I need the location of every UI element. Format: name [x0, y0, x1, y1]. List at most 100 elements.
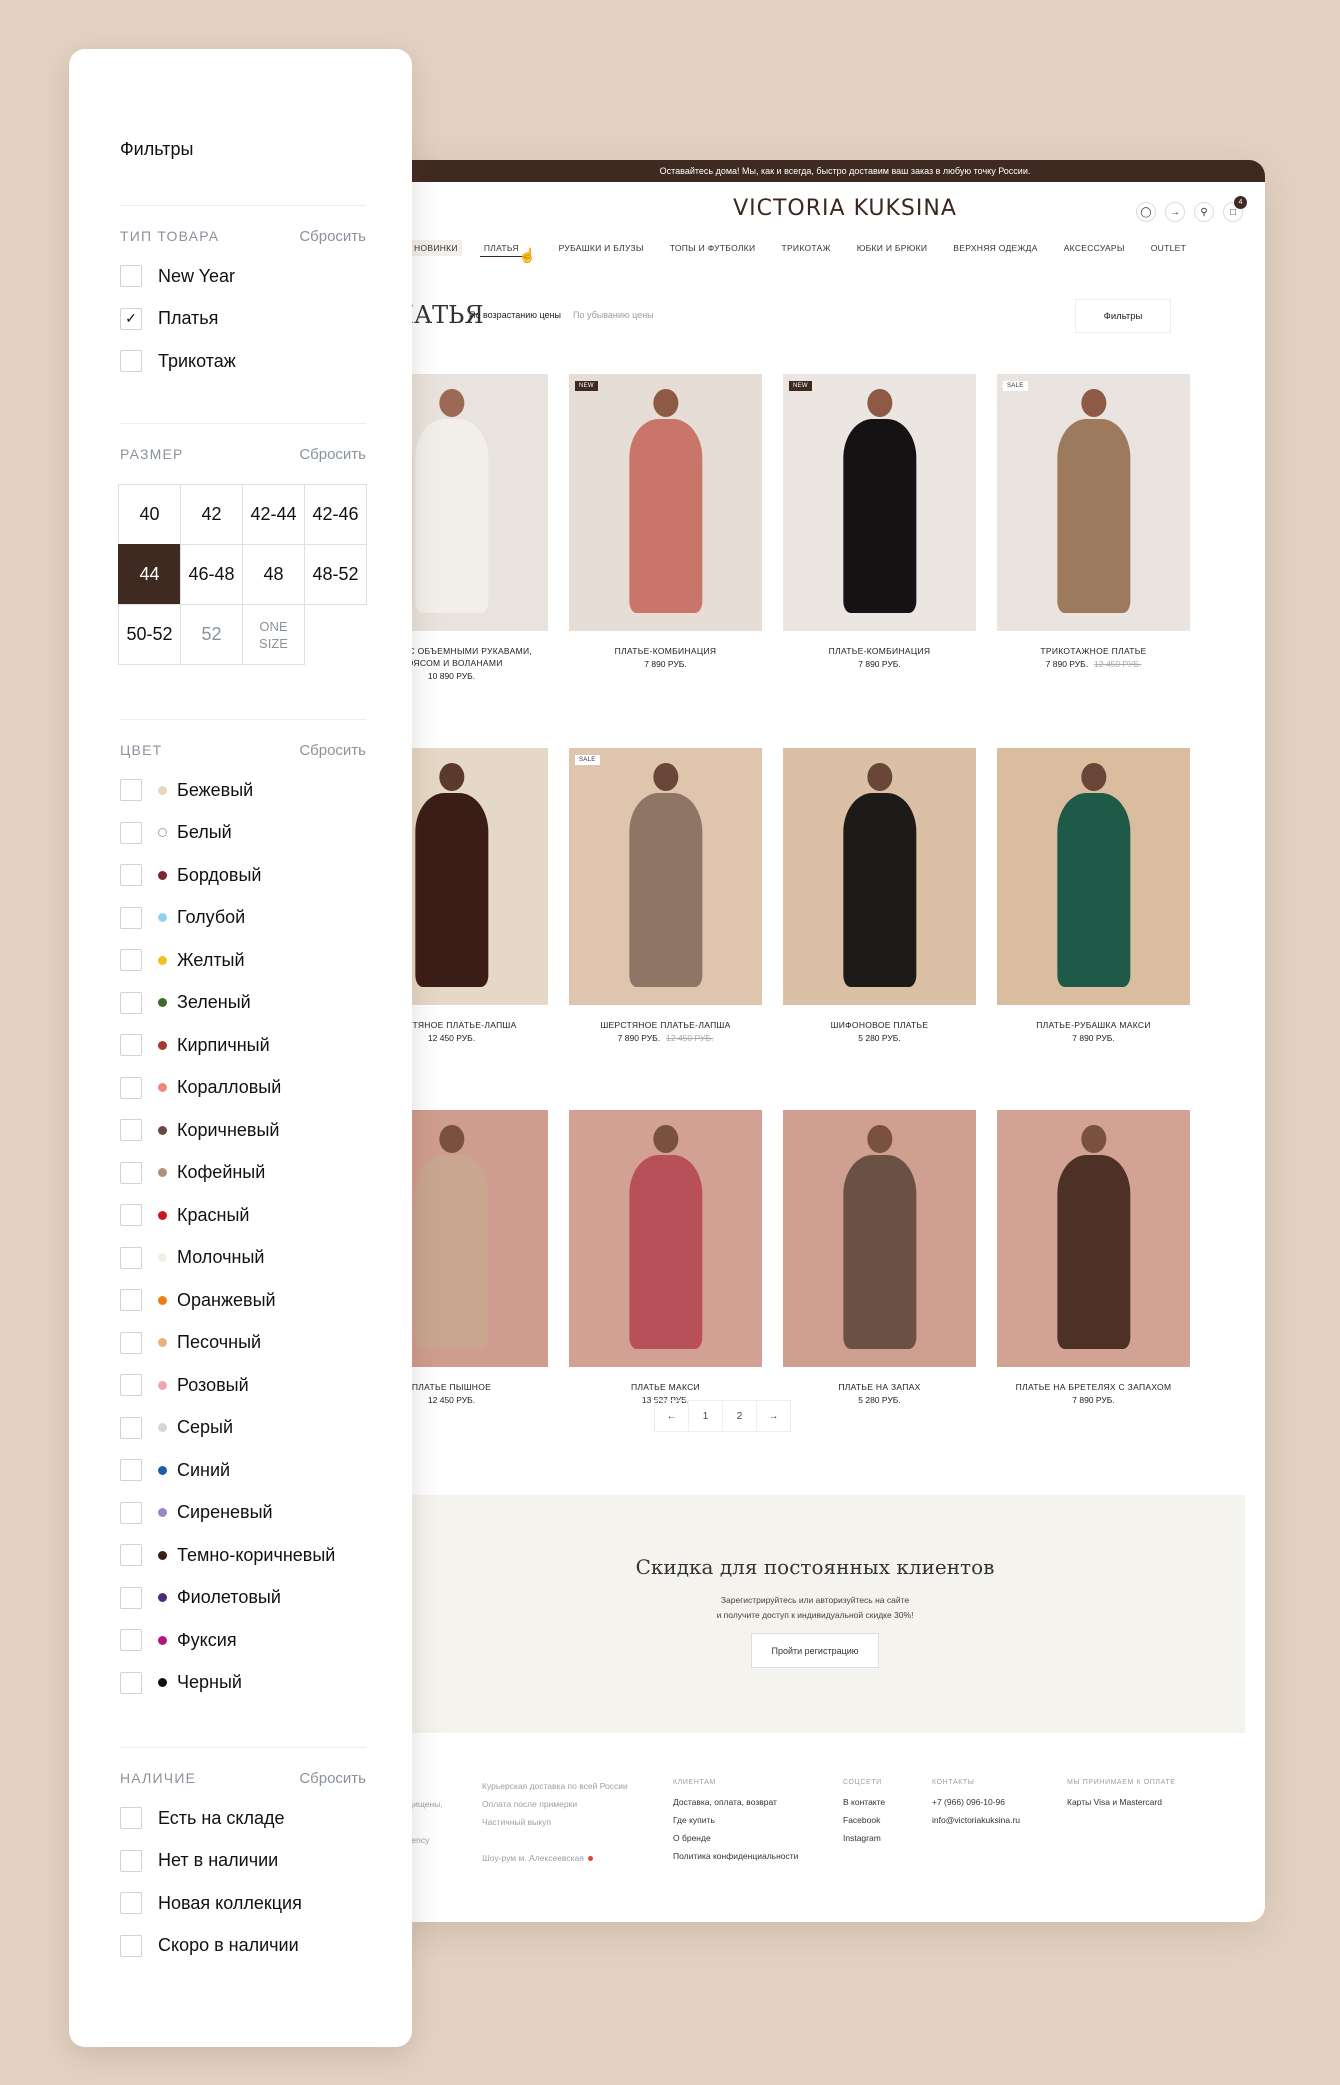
color-option[interactable]: Фиолетовый: [120, 1577, 366, 1620]
product-card[interactable]: ПЛАТЬЕ НА ЗАПАХ 5 280 РУБ.: [783, 1110, 976, 1405]
color-option[interactable]: Коричневый: [120, 1109, 366, 1152]
product-name[interactable]: ПЛАТЬЕ-КОМБИНАЦИЯ: [783, 645, 976, 657]
color-option[interactable]: Голубой: [120, 897, 366, 940]
product-photo[interactable]: [997, 1110, 1190, 1367]
search-icon[interactable]: ⚲: [1194, 202, 1214, 222]
footer-social-link[interactable]: В контакте: [843, 1793, 885, 1811]
size-option[interactable]: ONE SIZE: [242, 604, 305, 665]
footer-link[interactable]: Политика конфиденциальности: [673, 1847, 798, 1865]
product-card[interactable]: ПЛАТЬЕ НА БРЕТЕЛЯХ С ЗАПАХОМ 7 890 РУБ.: [997, 1110, 1190, 1405]
product-card[interactable]: SALE ТРИКОТАЖНОЕ ПЛАТЬЕ 7 890 РУБ. 12 450 Р…: [997, 374, 1190, 681]
checkbox[interactable]: [120, 906, 142, 929]
checkbox[interactable]: [120, 1119, 142, 1142]
color-option[interactable]: Зеленый: [120, 982, 366, 1025]
checkbox[interactable]: [120, 1501, 142, 1524]
reset-stock-button[interactable]: Сбросить: [299, 1770, 366, 1787]
nav-item[interactable]: ПЛАТЬЯ: [479, 240, 523, 257]
color-option[interactable]: Фуксия: [120, 1619, 366, 1662]
color-option[interactable]: Синий: [120, 1449, 366, 1492]
checkbox[interactable]: [120, 1459, 142, 1482]
checkbox[interactable]: [120, 1204, 142, 1227]
checkbox[interactable]: [120, 1807, 142, 1830]
checkbox[interactable]: [120, 1629, 142, 1652]
type-option[interactable]: ✓ Платья: [120, 298, 366, 341]
stock-option[interactable]: Скоро в наличии: [120, 1925, 366, 1968]
checkbox[interactable]: [120, 1289, 142, 1312]
color-option[interactable]: Красный: [120, 1194, 366, 1237]
nav-item[interactable]: ТОПЫ И ФУТБОЛКИ: [666, 240, 760, 256]
product-name[interactable]: ПЛАТЬЕ МАКСИ: [569, 1381, 762, 1393]
footer-social-link[interactable]: Facebook: [843, 1811, 885, 1829]
size-option[interactable]: 42-46: [304, 484, 367, 545]
type-option[interactable]: New Year: [120, 255, 366, 298]
nav-item[interactable]: ВЕРХНЯЯ ОДЕЖДА: [949, 240, 1041, 256]
sort-ascending-link[interactable]: По возрастанию цены: [469, 310, 561, 320]
checkbox[interactable]: [120, 1544, 142, 1567]
size-option[interactable]: 48: [242, 544, 305, 605]
product-name[interactable]: ПЛАТЬЕ-КОМБИНАЦИЯ: [569, 645, 762, 657]
color-option[interactable]: Кирпичный: [120, 1024, 366, 1067]
stock-option[interactable]: Новая коллекция: [120, 1882, 366, 1925]
product-name[interactable]: ПЛАТЬЕ НА ЗАПАХ: [783, 1381, 976, 1393]
checkbox[interactable]: [120, 1246, 142, 1269]
next-page-button[interactable]: →: [756, 1400, 791, 1432]
footer-link[interactable]: Где купить: [673, 1811, 798, 1829]
product-card[interactable]: ПЛАТЬЕ-РУБАШКА МАКСИ 7 890 РУБ.: [997, 748, 1190, 1043]
footer-delivery-item[interactable]: Курьерская доставка по всей России: [482, 1777, 628, 1795]
checkbox[interactable]: [120, 864, 142, 887]
checkbox[interactable]: [120, 1849, 142, 1872]
size-option[interactable]: 42: [180, 484, 243, 545]
footer-link[interactable]: О бренде: [673, 1829, 798, 1847]
footer-contact[interactable]: info@victoriakuksina.ru: [932, 1811, 1020, 1829]
size-option[interactable]: 44: [118, 544, 181, 605]
page-button[interactable]: 1: [688, 1400, 723, 1432]
product-photo[interactable]: SALE: [997, 374, 1190, 631]
product-card[interactable]: ПЛАТЬЕ МАКСИ 13 527 РУБ.: [569, 1110, 762, 1405]
checkbox[interactable]: ✓: [120, 307, 142, 330]
product-photo[interactable]: [569, 1110, 762, 1367]
nav-item[interactable]: РУБАШКИ И БЛУЗЫ: [555, 240, 648, 256]
color-option[interactable]: Молочный: [120, 1237, 366, 1280]
color-option[interactable]: Оранжевый: [120, 1279, 366, 1322]
checkbox[interactable]: [120, 1934, 142, 1957]
account-icon[interactable]: ◯: [1136, 202, 1156, 222]
type-option[interactable]: Трикотаж: [120, 340, 366, 383]
product-name[interactable]: ШИФОНОВОЕ ПЛАТЬЕ: [783, 1019, 976, 1031]
checkbox[interactable]: [120, 1331, 142, 1354]
product-name[interactable]: ТРИКОТАЖНОЕ ПЛАТЬЕ: [997, 645, 1190, 657]
footer-contact[interactable]: +7 (966) 096-10-96: [932, 1793, 1020, 1811]
cart-icon[interactable]: □ 4: [1223, 196, 1247, 222]
footer-showroom[interactable]: Шоу-рум м. Алексеевская: [482, 1849, 628, 1867]
reset-type-button[interactable]: Сбросить: [299, 228, 366, 245]
product-name[interactable]: ПЛАТЬЕ-РУБАШКА МАКСИ: [997, 1019, 1190, 1031]
checkbox[interactable]: [120, 1374, 142, 1397]
color-option[interactable]: Коралловый: [120, 1067, 366, 1110]
checkbox[interactable]: [120, 1161, 142, 1184]
nav-item[interactable]: АКСЕССУАРЫ: [1060, 240, 1129, 256]
product-photo[interactable]: [783, 1110, 976, 1367]
login-icon[interactable]: →: [1165, 202, 1185, 222]
nav-item[interactable]: OUTLET: [1147, 240, 1190, 256]
checkbox[interactable]: [120, 265, 142, 288]
footer-link[interactable]: Доставка, оплата, возврат: [673, 1793, 798, 1811]
checkbox[interactable]: [120, 1892, 142, 1915]
checkbox[interactable]: [120, 821, 142, 844]
register-button[interactable]: Пройти регистрацию: [751, 1633, 879, 1668]
nav-item[interactable]: ТРИКОТАЖ: [777, 240, 834, 256]
product-card[interactable]: NEW ПЛАТЬЕ-КОМБИНАЦИЯ 7 890 РУБ.: [783, 374, 976, 681]
reset-color-button[interactable]: Сбросить: [299, 742, 366, 759]
size-option[interactable]: 42-44: [242, 484, 305, 545]
color-option[interactable]: Розовый: [120, 1364, 366, 1407]
product-photo[interactable]: NEW: [783, 374, 976, 631]
product-name[interactable]: ШЕРСТЯНОЕ ПЛАТЬЕ-ЛАПША: [569, 1019, 762, 1031]
footer-delivery-item[interactable]: Частичный выкуп: [482, 1813, 628, 1831]
color-option[interactable]: Песочный: [120, 1322, 366, 1365]
color-option[interactable]: Желтый: [120, 939, 366, 982]
product-name[interactable]: ПЛАТЬЕ НА БРЕТЕЛЯХ С ЗАПАХОМ: [997, 1381, 1190, 1393]
product-card[interactable]: ШИФОНОВОЕ ПЛАТЬЕ 5 280 РУБ.: [783, 748, 976, 1043]
product-card[interactable]: SALE ШЕРСТЯНОЕ ПЛАТЬЕ-ЛАПША 7 890 РУБ. 12 4…: [569, 748, 762, 1043]
footer-social-link[interactable]: Instagram: [843, 1829, 885, 1847]
size-option[interactable]: 52: [180, 604, 243, 665]
size-option[interactable]: 46-48: [180, 544, 243, 605]
size-option[interactable]: 48-52: [304, 544, 367, 605]
